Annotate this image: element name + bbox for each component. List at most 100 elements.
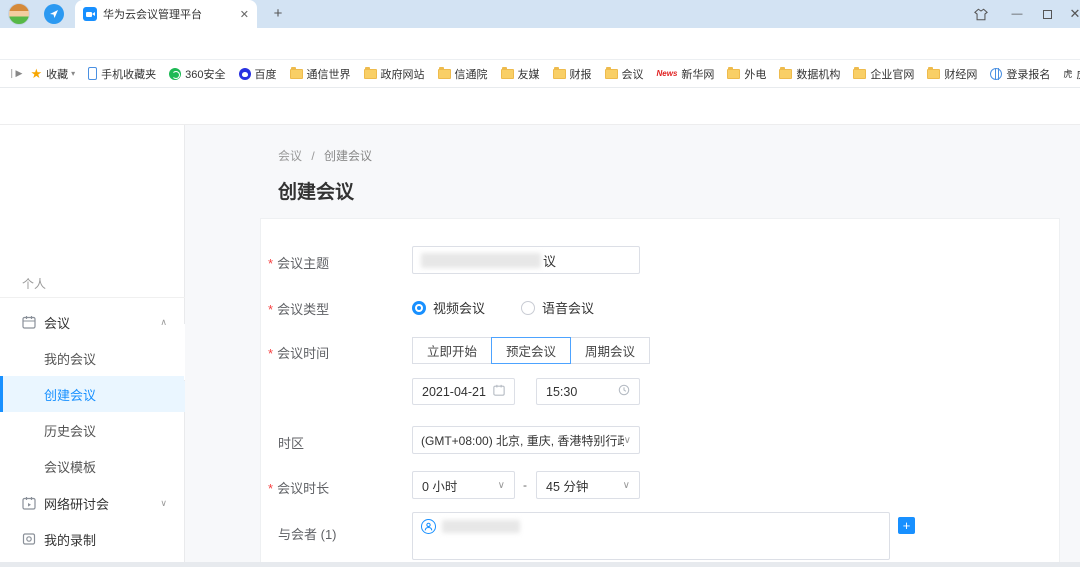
folder-icon bbox=[553, 69, 566, 79]
sidebar-item-history-meetings[interactable]: 历史会议 bbox=[0, 412, 185, 448]
360-security-icon bbox=[169, 68, 181, 80]
time-label: *会议时间 bbox=[268, 343, 329, 362]
tab-close-icon[interactable]: ✕ bbox=[240, 8, 249, 21]
bookmark-folder[interactable]: 数据机构 bbox=[779, 66, 840, 82]
chevron-down-icon: ∨ bbox=[623, 480, 630, 491]
folder-icon bbox=[438, 69, 451, 79]
bookmarks-toggle-icon[interactable]: ❘▶ bbox=[8, 68, 22, 79]
browser-profile-avatar[interactable] bbox=[8, 3, 30, 25]
tab-start-now[interactable]: 立即开始 bbox=[412, 337, 492, 364]
browser-logo-icon[interactable] bbox=[44, 4, 64, 24]
chevron-up-icon[interactable]: ∧ bbox=[160, 317, 167, 328]
timezone-label: 时区 bbox=[278, 433, 304, 452]
browser-titlebar: 华为云会议管理平台 ✕ + — ✕ bbox=[0, 0, 1080, 28]
topic-visible-suffix: 议 bbox=[543, 251, 556, 270]
bookmark-item[interactable]: 手机收藏夹 bbox=[88, 66, 156, 82]
calendar-icon bbox=[22, 315, 36, 329]
bookmark-item[interactable]: 百度 bbox=[239, 66, 277, 82]
sidebar-item-meeting-templates[interactable]: 会议模板 bbox=[0, 448, 185, 484]
browser-window: 华为云会议管理平台 ✕ + — ✕ ‹ › ↻ ⌂ https://bmeeti… bbox=[0, 0, 1080, 567]
required-mark: * bbox=[268, 302, 273, 317]
breadcrumb-current: 创建会议 bbox=[324, 149, 372, 163]
sidebar-item-meeting[interactable]: 会议 ∧ bbox=[0, 304, 185, 340]
sidebar-item-my-meetings[interactable]: 我的会议 bbox=[0, 340, 185, 376]
redacted-topic-text bbox=[421, 253, 541, 268]
timezone-select[interactable]: (GMT+08:00) 北京, 重庆, 香港特别行政... ∨ bbox=[412, 426, 640, 454]
baidu-icon bbox=[239, 68, 251, 80]
duration-minutes-select[interactable]: 45 分钟 ∨ bbox=[536, 471, 640, 499]
window-maximize-button[interactable] bbox=[1034, 5, 1060, 23]
app-header: 华为云会议 管理平台 在线订购 主持会议 购买咨询 任务中心 ∨ bbox=[0, 88, 1080, 125]
required-mark: * bbox=[268, 481, 273, 496]
sidebar-item-my-recordings[interactable]: 我的录制 bbox=[0, 521, 185, 557]
folder-icon bbox=[727, 69, 740, 79]
sidebar-section-personal: 个人 bbox=[22, 275, 46, 292]
favorites-dropdown-icon[interactable]: ▾ bbox=[71, 69, 75, 78]
bookmark-item[interactable]: 登录报名 bbox=[990, 66, 1050, 82]
sidebar-item-create-meeting[interactable]: 创建会议 bbox=[0, 376, 185, 412]
bookmark-folder[interactable]: 外电 bbox=[727, 66, 766, 82]
breadcrumb-separator: / bbox=[311, 149, 314, 163]
bookmark-folder[interactable]: 财报 bbox=[553, 66, 592, 82]
date-input[interactable]: 2021-04-21 bbox=[412, 378, 515, 405]
sidebar: 个人 会议 ∧ 我的会议 创建会议 历史会议 会议模板 网络研讨会 ∨ 我的录制 bbox=[0, 125, 185, 562]
tab-recurring-meeting[interactable]: 周期会议 bbox=[570, 337, 650, 364]
page-title: 创建会议 bbox=[278, 177, 354, 204]
bookmark-folder[interactable]: 财经网 bbox=[927, 66, 977, 82]
tab-title: 华为云会议管理平台 bbox=[103, 6, 234, 22]
folder-icon bbox=[853, 69, 866, 79]
browser-toolbar: ‹ › ↻ ⌂ https://bmeeting.huaweicloud.com… bbox=[0, 28, 1080, 60]
voice-meeting-label[interactable]: 语音会议 bbox=[542, 298, 594, 317]
bookmark-item[interactable]: 虎虎嗅网 bbox=[1063, 66, 1080, 82]
bookmark-folder[interactable]: 友媒 bbox=[501, 66, 540, 82]
sidebar-item-label: 我的录制 bbox=[44, 530, 96, 549]
chevron-down-icon: ∨ bbox=[498, 480, 505, 491]
phone-icon bbox=[88, 67, 97, 80]
topic-label: *会议主题 bbox=[268, 253, 329, 272]
folder-icon bbox=[290, 69, 303, 79]
bookmark-item[interactable]: News新华网 bbox=[657, 66, 715, 82]
bookmark-favorites[interactable]: ★收藏▾ bbox=[30, 66, 75, 82]
sidebar-item-label: 会议 bbox=[44, 313, 70, 332]
tab-favicon-camera-icon bbox=[83, 7, 97, 21]
type-label: *会议类型 bbox=[268, 299, 329, 318]
duration-hours-select[interactable]: 0 小时 ∨ bbox=[412, 471, 515, 499]
new-tab-button[interactable]: + bbox=[268, 4, 288, 24]
folder-icon bbox=[364, 69, 377, 79]
chevron-down-icon[interactable]: ∨ bbox=[160, 498, 167, 509]
video-meeting-label[interactable]: 视频会议 bbox=[433, 298, 485, 317]
create-meeting-card bbox=[260, 218, 1060, 562]
maximize-icon bbox=[1043, 10, 1052, 19]
time-input[interactable]: 15:30 bbox=[536, 378, 640, 405]
bookmark-folder[interactable]: 企业官网 bbox=[853, 66, 914, 82]
duration-label: *会议时长 bbox=[268, 478, 329, 497]
sidebar-item-webinar[interactable]: 网络研讨会 ∨ bbox=[0, 485, 185, 521]
news-logo-icon: News bbox=[657, 69, 678, 78]
browser-tab[interactable]: 华为云会议管理平台 ✕ bbox=[75, 0, 257, 28]
folder-icon bbox=[605, 69, 618, 79]
bookmark-folder[interactable]: 会议 bbox=[605, 66, 644, 82]
bookmark-folder[interactable]: 信通院 bbox=[438, 66, 488, 82]
bookmarks-bar: ❘▶ ★收藏▾ 手机收藏夹 360安全 百度 通信世界 政府网站 信通院 友媒 … bbox=[0, 60, 1080, 88]
bookmark-item[interactable]: 360安全 bbox=[169, 66, 225, 82]
window-close-button[interactable]: ✕ bbox=[1062, 5, 1080, 23]
window-minimize-button[interactable]: — bbox=[1004, 5, 1030, 23]
chevron-down-icon: ∨ bbox=[624, 435, 631, 446]
radio-video-selected[interactable] bbox=[412, 301, 426, 315]
globe-icon bbox=[990, 68, 1002, 80]
folder-icon bbox=[501, 69, 514, 79]
redacted-participant-name bbox=[442, 520, 520, 533]
participants-box[interactable] bbox=[412, 512, 890, 560]
bookmark-folder[interactable]: 通信世界 bbox=[290, 66, 351, 82]
radio-voice[interactable] bbox=[521, 301, 535, 315]
bookmark-folder[interactable]: 政府网站 bbox=[364, 66, 425, 82]
recording-icon bbox=[22, 532, 36, 546]
add-participant-button[interactable]: + bbox=[898, 517, 915, 534]
folder-icon bbox=[779, 69, 792, 79]
tab-schedule-meeting[interactable]: 预定会议 bbox=[491, 337, 571, 364]
participant-chip[interactable] bbox=[421, 519, 520, 534]
folder-icon bbox=[927, 69, 940, 79]
breadcrumb-root[interactable]: 会议 bbox=[278, 149, 302, 163]
topic-input[interactable]: 议 bbox=[412, 246, 640, 274]
browser-skin-button[interactable] bbox=[968, 5, 994, 23]
